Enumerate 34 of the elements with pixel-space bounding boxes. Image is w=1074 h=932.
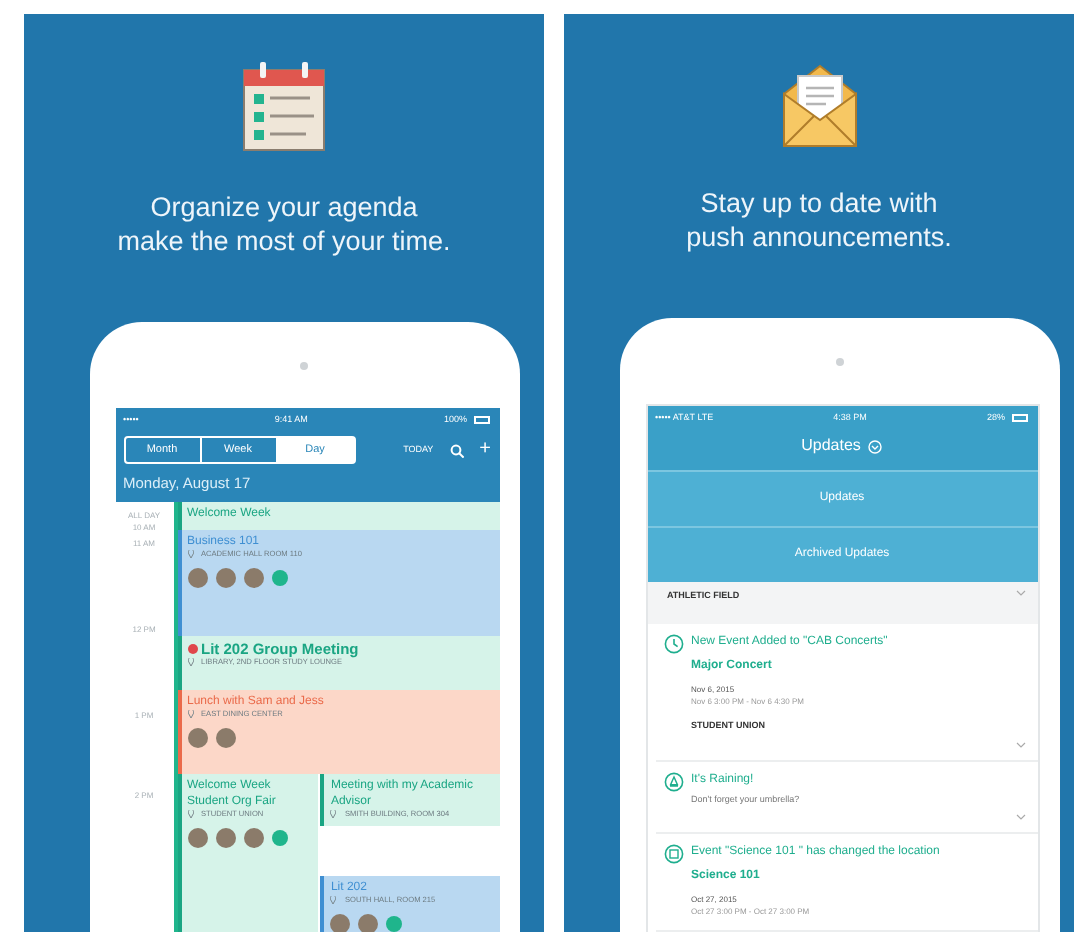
avatar <box>187 568 207 589</box>
search-icon[interactable] <box>449 443 464 458</box>
speaker-icon <box>835 358 843 366</box>
more-attendees-icon[interactable] <box>271 570 287 587</box>
dropdown-icon <box>868 439 883 453</box>
avatar <box>215 828 235 849</box>
speaker-icon <box>300 362 308 370</box>
pin-icon <box>187 810 193 819</box>
avatar <box>187 828 207 849</box>
avatar <box>358 914 379 932</box>
screen-title: Updates <box>801 434 861 458</box>
add-button[interactable]: + <box>479 442 491 459</box>
avatar <box>215 728 235 749</box>
battery-icon <box>1012 414 1029 422</box>
avatar <box>243 568 263 589</box>
pin-icon <box>330 810 337 819</box>
avatar <box>215 568 235 589</box>
avatar <box>187 728 207 749</box>
pin-icon <box>187 710 193 719</box>
more-attendees-icon[interactable] <box>386 916 403 932</box>
more-attendees-icon[interactable] <box>271 830 287 847</box>
caption: Organize your agenda make the most of your time. <box>117 190 451 258</box>
caption: Stay up to date with push announcements. <box>686 186 952 254</box>
chevron-icon <box>1015 741 1025 747</box>
chevron-icon <box>1015 590 1025 596</box>
battery-icon <box>474 416 491 424</box>
pin-icon <box>330 896 337 905</box>
avatar <box>243 828 263 849</box>
pin-icon <box>187 658 193 667</box>
pin-icon <box>187 550 193 559</box>
avatar <box>330 914 351 932</box>
clock-icon <box>663 633 683 654</box>
chevron-icon <box>1015 814 1025 821</box>
calendar-icon <box>240 58 328 154</box>
